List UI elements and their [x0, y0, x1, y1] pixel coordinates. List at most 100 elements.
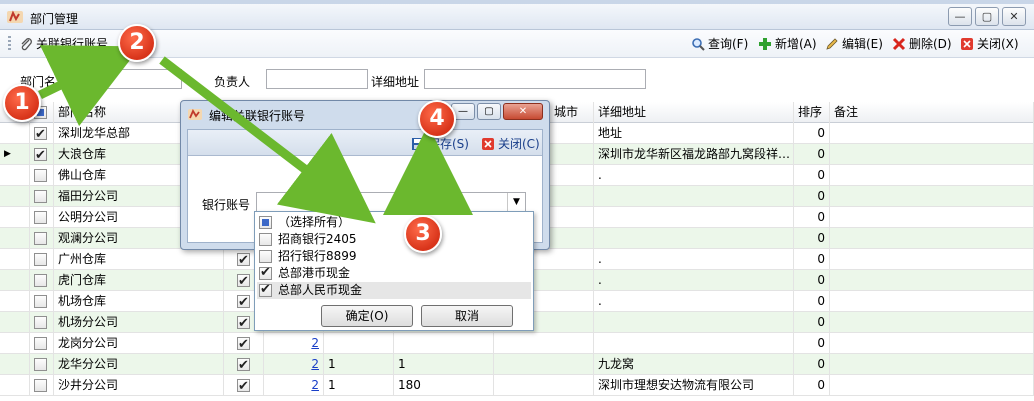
row-select-cell[interactable] [30, 375, 54, 396]
row-select-cell[interactable] [30, 249, 54, 270]
add-button[interactable]: 新增(A) [757, 35, 817, 52]
row-link-cell[interactable]: 2 [264, 375, 324, 396]
row-address-cell[interactable] [594, 207, 794, 228]
owner-input[interactable] [266, 69, 368, 89]
row-name-cell[interactable]: 龙岗分公司 [54, 333, 224, 354]
row-city-cell[interactable] [494, 354, 594, 375]
row-select-cell[interactable] [30, 270, 54, 291]
row-sort-cell[interactable]: 0 [794, 123, 830, 144]
row-flag-cell[interactable] [224, 375, 264, 396]
row-select-cell[interactable] [30, 291, 54, 312]
row-remark-cell[interactable] [830, 123, 1034, 144]
row-city-cell[interactable] [494, 375, 594, 396]
row-c5-cell[interactable]: 180 [394, 375, 494, 396]
row-select-checkbox[interactable] [34, 124, 47, 144]
query-button[interactable]: 查询(F) [690, 35, 748, 52]
address-input[interactable] [424, 69, 646, 89]
row-select-checkbox[interactable] [34, 358, 47, 371]
option-checkbox[interactable] [259, 250, 272, 263]
row-flag-checkbox[interactable] [237, 376, 250, 396]
edit-button[interactable]: 编辑(E) [824, 35, 883, 52]
row-select-cell[interactable] [30, 144, 54, 165]
row-name-cell[interactable]: 沙井分公司 [54, 375, 224, 396]
row-flag-checkbox[interactable] [237, 355, 250, 375]
header-sort[interactable]: 排序 [794, 102, 830, 123]
row-flag-checkbox[interactable] [237, 334, 250, 354]
minimize-button[interactable]: — [948, 7, 972, 26]
row-name-cell[interactable]: 龙华分公司 [54, 354, 224, 375]
dialog-titlebar[interactable]: 编辑关联银行账号 — ▢ ✕ [181, 101, 549, 129]
row-count-link[interactable]: 2 [311, 336, 319, 350]
row-select-checkbox[interactable] [34, 169, 47, 182]
row-address-cell[interactable] [594, 186, 794, 207]
row-name-cell[interactable]: 机场仓库 [54, 291, 224, 312]
row-sort-cell[interactable]: 0 [794, 354, 830, 375]
row-flag-checkbox[interactable] [237, 313, 250, 333]
row-select-cell[interactable] [30, 123, 54, 144]
row-select-cell[interactable] [30, 354, 54, 375]
table-row[interactable]: 沙井分公司 21180 深圳市理想安达物流有限公司0 [0, 375, 1034, 396]
dropdown-option[interactable]: 招行银行8899 [259, 248, 357, 265]
row-select-checkbox[interactable] [34, 337, 47, 350]
row-remark-cell[interactable] [830, 144, 1034, 165]
row-select-checkbox[interactable] [34, 379, 47, 392]
row-address-cell[interactable] [594, 333, 794, 354]
row-remark-cell[interactable] [830, 375, 1034, 396]
row-c4-cell[interactable] [324, 333, 394, 354]
row-address-cell[interactable]: . [594, 270, 794, 291]
row-sort-cell[interactable]: 0 [794, 165, 830, 186]
close-window-button[interactable]: ✕ [1002, 7, 1026, 26]
table-row[interactable]: 龙岗分公司 2 0 [0, 333, 1034, 354]
row-address-cell[interactable]: 深圳市理想安达物流有限公司 [594, 375, 794, 396]
row-c4-cell[interactable]: 1 [324, 354, 394, 375]
dialog-close-x-button[interactable]: ✕ [503, 103, 543, 120]
row-sort-cell[interactable]: 0 [794, 312, 830, 333]
delete-button[interactable]: 删除(D) [891, 35, 952, 52]
row-flag-checkbox[interactable] [237, 250, 250, 270]
row-name-cell[interactable]: 虎门仓库 [54, 270, 224, 291]
row-sort-cell[interactable]: 0 [794, 270, 830, 291]
row-select-cell[interactable] [30, 228, 54, 249]
row-select-cell[interactable] [30, 207, 54, 228]
row-remark-cell[interactable] [830, 186, 1034, 207]
row-select-checkbox[interactable] [34, 232, 47, 245]
row-link-cell[interactable]: 2 [264, 333, 324, 354]
row-name-cell[interactable]: 广州仓库 [54, 249, 224, 270]
option-checkbox[interactable] [259, 233, 272, 246]
row-address-cell[interactable]: . [594, 165, 794, 186]
dropdown-option[interactable]: 总部港币现金 [259, 264, 350, 282]
link-bank-account-button[interactable]: 关联银行账号 [18, 35, 108, 52]
option-checkbox[interactable] [259, 281, 272, 298]
row-remark-cell[interactable] [830, 333, 1034, 354]
row-sort-cell[interactable]: 0 [794, 228, 830, 249]
dropdown-arrow-icon[interactable]: ▼ [507, 193, 525, 211]
row-city-cell[interactable] [494, 333, 594, 354]
row-c4-cell[interactable]: 1 [324, 375, 394, 396]
row-select-checkbox[interactable] [34, 295, 47, 308]
row-address-cell[interactable]: 深圳市龙华新区福龙路部九窝段祥… [594, 144, 794, 165]
row-sort-cell[interactable]: 0 [794, 186, 830, 207]
dropdown-option[interactable]: 招商银行2405 [259, 231, 357, 248]
option-checkbox[interactable] [259, 264, 272, 281]
row-select-checkbox[interactable] [34, 190, 47, 203]
row-remark-cell[interactable] [830, 291, 1034, 312]
row-select-checkbox[interactable] [34, 274, 47, 287]
row-sort-cell[interactable]: 0 [794, 375, 830, 396]
row-select-checkbox[interactable] [34, 253, 47, 266]
row-address-cell[interactable]: 地址 [594, 123, 794, 144]
row-sort-cell[interactable]: 0 [794, 207, 830, 228]
row-remark-cell[interactable] [830, 354, 1034, 375]
row-sort-cell[interactable]: 0 [794, 333, 830, 354]
row-link-cell[interactable]: 2 [264, 354, 324, 375]
dept-name-input[interactable] [100, 69, 182, 89]
row-remark-cell[interactable] [830, 312, 1034, 333]
row-remark-cell[interactable] [830, 249, 1034, 270]
header-remark[interactable]: 备注 [830, 102, 1034, 123]
row-select-cell[interactable] [30, 165, 54, 186]
row-sort-cell[interactable]: 0 [794, 249, 830, 270]
row-select-cell[interactable] [30, 186, 54, 207]
row-flag-cell[interactable] [224, 354, 264, 375]
table-row[interactable]: 龙华分公司211九龙窝0 [0, 354, 1034, 375]
dialog-maximize-button[interactable]: ▢ [477, 103, 501, 120]
option-checkbox[interactable] [259, 216, 272, 229]
